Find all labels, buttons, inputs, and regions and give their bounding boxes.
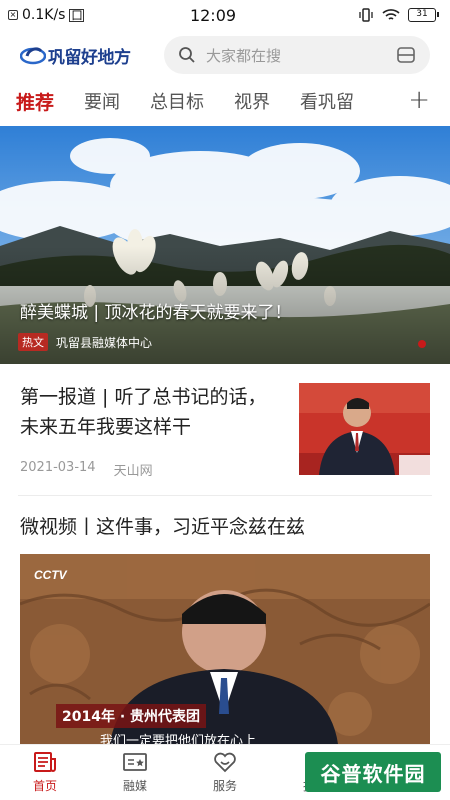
news-item-1-date: 2021-03-14: [20, 460, 96, 475]
news-item-1[interactable]: 第一报道 | 听了总书记的话，未来五年我要这样干 2021-03-14 天山网: [0, 364, 450, 496]
thumbnail-image: [299, 383, 430, 475]
newspaper-icon: [34, 752, 56, 772]
notification-x-icon: ×: [8, 10, 18, 20]
media-icon: [123, 753, 147, 771]
watermark-logo: 谷普软件园: [305, 752, 441, 792]
status-left: × 0.1K/s 囗: [8, 7, 168, 23]
search-placeholder: 大家都在搜: [206, 46, 282, 65]
nav-media[interactable]: 融媒: [90, 745, 180, 800]
hero-image: [0, 126, 450, 364]
video-badge: 2014年 · 贵州代表团: [56, 704, 207, 728]
status-right: 31: [358, 7, 439, 23]
tab-vision[interactable]: 视界: [234, 88, 270, 114]
wifi-icon: [382, 9, 400, 20]
app-logo[interactable]: 巩留好地方: [20, 43, 160, 68]
logo-swirl-icon: [20, 47, 46, 65]
news-item-1-thumbnail: [299, 383, 430, 475]
app-screen: × 0.1K/s 囗 12:09 31 巩留好地方 大家都在搜 推荐 要闻 总目…: [0, 0, 450, 800]
hero-source: 巩留县融媒体中心: [56, 335, 153, 350]
search-icon: [179, 47, 195, 63]
status-bar: × 0.1K/s 囗 12:09 31: [0, 0, 450, 30]
news-item-1-meta: 2021-03-14 天山网: [20, 460, 153, 479]
clock: 12:09: [189, 5, 237, 25]
hero-meta: 热文 巩留县融媒体中心: [18, 333, 152, 351]
cctv-logo: CCTV: [34, 568, 67, 582]
nav-media-label: 融媒: [122, 779, 147, 793]
video-thumbnail[interactable]: CCTV 2014年 · 贵州代表团 我们一定要把他们放在心上: [20, 554, 430, 744]
watermark-text: 谷普软件园: [320, 761, 426, 786]
news-item-1-source: 天山网: [113, 464, 153, 479]
tab-general-goal[interactable]: 总目标: [150, 88, 204, 114]
news-item-1-title: 第一报道 | 听了总书记的话，未来五年我要这样干: [20, 386, 267, 438]
nav-service-label: 服务: [212, 779, 237, 793]
battery-level: 31: [416, 9, 428, 19]
video-subtitle: 我们一定要把他们放在心上: [100, 734, 257, 744]
hot-tag-badge: 热文: [18, 333, 48, 351]
hero-caption: 醉美蝶城 | 顶冰花的春天就要来了！: [20, 303, 292, 323]
nav-home[interactable]: 首页: [0, 745, 90, 800]
scan-icon[interactable]: [396, 45, 416, 65]
tab-news[interactable]: 要闻: [84, 88, 120, 114]
carousel-indicator: [418, 340, 426, 348]
logo-text: 巩留好地方: [48, 47, 131, 67]
divider: [18, 495, 432, 496]
nav-home-label: 首页: [32, 779, 57, 793]
hero-banner[interactable]: 醉美蝶城 | 顶冰花的春天就要来了！ 热文 巩留县融媒体中心: [0, 126, 450, 364]
category-tabs: 推荐 要闻 总目标 视界 看巩留 +: [0, 82, 450, 120]
battery-icon: 31: [408, 8, 439, 22]
nav-service[interactable]: 服务: [180, 745, 270, 800]
heart-icon: [214, 752, 236, 773]
app-header: 巩留好地方 大家都在搜: [0, 34, 450, 76]
tab-gongliu[interactable]: 看巩留: [300, 88, 354, 114]
search-bar[interactable]: 大家都在搜: [164, 36, 430, 74]
vibrate-icon: [359, 8, 373, 22]
add-tab-button[interactable]: +: [408, 85, 430, 115]
screenshot-icon: 囗: [69, 8, 85, 22]
tab-recommend[interactable]: 推荐: [16, 88, 54, 115]
news-item-2-title[interactable]: 微视频丨这件事，习近平念兹在兹: [20, 512, 305, 539]
network-speed: 0.1K/s: [22, 7, 66, 23]
